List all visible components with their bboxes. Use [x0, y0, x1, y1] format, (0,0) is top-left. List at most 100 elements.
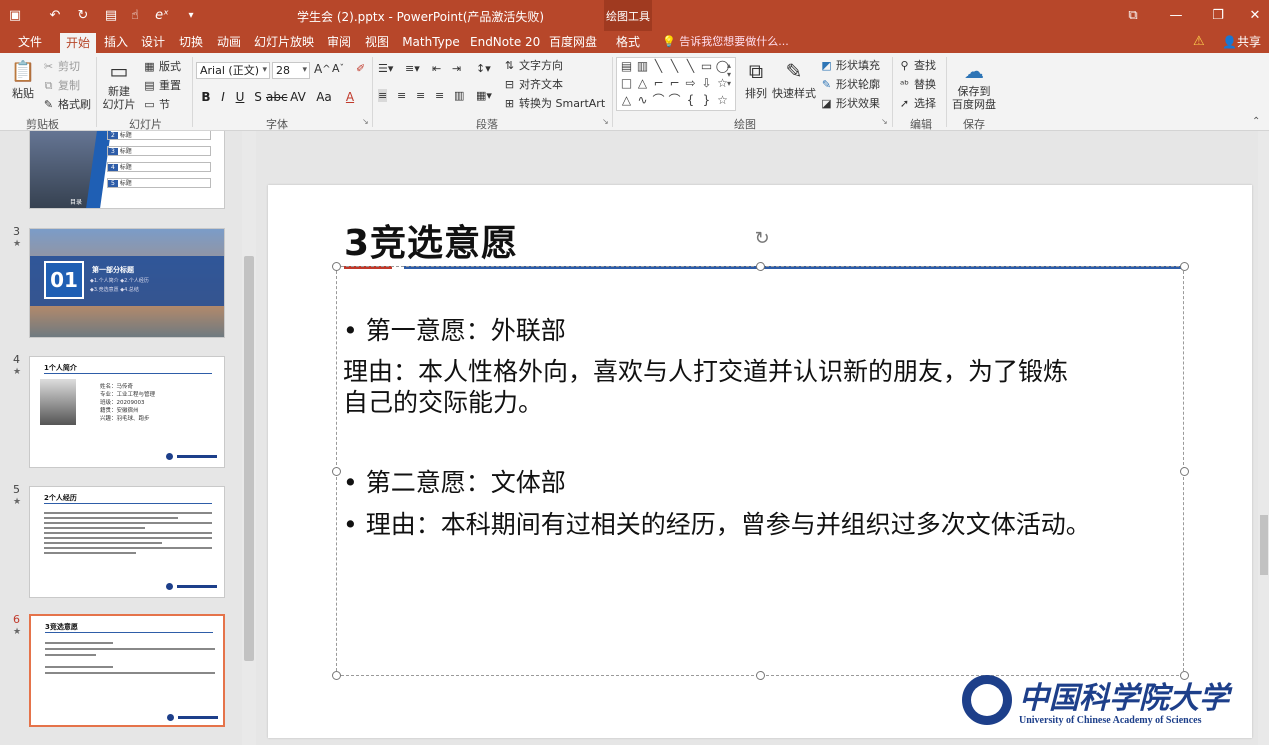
clear-formatting-icon[interactable]: ✐ [356, 62, 365, 75]
tell-me-search[interactable]: 💡 告诉我您想要做什么... [662, 31, 789, 53]
share-button[interactable]: 👤共享 [1222, 31, 1261, 53]
font-size-select[interactable]: 28 [272, 62, 310, 79]
editor-scrollbar-thumb[interactable] [1260, 515, 1268, 575]
copy-button[interactable]: ⧉ 复制 [42, 77, 80, 93]
slide-thumbnail-3[interactable]: 01 第一部分标题 ◆1.个人简介 ◆2.个人经历 ◆3.竞选意愿 ◆4.总结 [29, 228, 225, 338]
triangle-shape-icon[interactable]: △ [635, 76, 650, 91]
tab-baidu[interactable]: 百度网盘 [547, 31, 599, 53]
font-name-select[interactable]: Arial (正文) [196, 62, 270, 79]
quick-styles-button[interactable]: ✎ 快速样式 [772, 57, 816, 101]
text-shadow-icon[interactable]: S [250, 88, 266, 106]
freeform-shape-icon[interactable]: △ [619, 93, 634, 108]
new-slide-button[interactable]: ▭ 新建 幻灯片 [100, 57, 138, 111]
character-spacing-icon[interactable]: AV [289, 88, 307, 106]
connector-shape-icon[interactable]: ⌐ [667, 76, 682, 91]
bullet-first-choice[interactable]: • 第一意愿：外联部 [343, 311, 566, 347]
thumbnail-scrollbar-thumb[interactable] [244, 256, 254, 661]
resize-handle[interactable] [332, 671, 341, 680]
curve-shape-icon[interactable]: ∿ [635, 93, 650, 108]
select-button[interactable]: ➚ 选择 [898, 95, 936, 111]
columns-icon[interactable]: ▦▾ [476, 89, 492, 102]
bold-icon[interactable]: B [198, 88, 214, 106]
paste-button[interactable]: 📋 粘贴 [8, 57, 38, 101]
underline-icon[interactable]: U [232, 88, 248, 106]
undo-icon[interactable]: ↶ [44, 6, 66, 24]
line-shape-icon[interactable]: ╲ [683, 59, 698, 74]
ribbon-display-options-icon[interactable]: ⧉ [1110, 0, 1156, 31]
tab-design[interactable]: 设计 [137, 31, 169, 53]
align-left-icon[interactable]: ≡ [378, 89, 388, 102]
tab-insert[interactable]: 插入 [100, 31, 132, 53]
paragraph-dialog-launcher-icon[interactable]: ↘ [602, 117, 609, 126]
left-brace-shape-icon[interactable]: { [683, 93, 698, 108]
tab-view[interactable]: 视图 [361, 31, 393, 53]
shape-fill-button[interactable]: ◩ 形状填充 [820, 57, 880, 73]
increase-indent-icon[interactable]: ⇥ [452, 62, 461, 75]
gallery-scroll-icon[interactable]: ▴ ▾ ▾ [727, 61, 731, 88]
format-painter-button[interactable]: ✎ 格式刷 [42, 96, 91, 112]
slide-thumbnail-2[interactable]: 目录 2 标题 3 标题 4 标题 5 标题 [29, 131, 225, 209]
collapse-ribbon-icon[interactable]: ⌃ [1252, 116, 1260, 127]
textbox-shape-icon[interactable]: ▤ [619, 59, 634, 74]
presenter-icon[interactable]: ▤ [100, 6, 122, 24]
line-shape-icon[interactable]: ╲ [667, 59, 682, 74]
bullet-second-choice[interactable]: • 第二意愿：文体部 [343, 463, 566, 499]
tab-review[interactable]: 审阅 [323, 31, 355, 53]
rectangle-shape-icon[interactable]: □ [619, 76, 634, 91]
tab-file[interactable]: 文件 [10, 31, 50, 53]
customize-toolbar-icon[interactable]: ▾ [184, 6, 198, 24]
smartart-button[interactable]: ⊞ 转换为 SmartArt [503, 95, 605, 111]
resize-handle[interactable] [332, 262, 341, 271]
font-color-icon[interactable]: A [342, 88, 358, 106]
touch-mode-icon[interactable]: ☝ [124, 6, 146, 24]
resize-handle[interactable] [756, 671, 765, 680]
shape-effects-button[interactable]: ◪ 形状效果 [820, 95, 880, 111]
resize-handle[interactable] [1180, 467, 1189, 476]
distributed-icon[interactable]: ▥ [454, 89, 464, 102]
justify-icon[interactable]: ≡ [435, 89, 444, 102]
arrange-button[interactable]: ⧉ 排列 [740, 57, 772, 101]
resize-handle[interactable] [332, 467, 341, 476]
tab-transitions[interactable]: 切换 [175, 31, 207, 53]
arc-shape-icon[interactable]: ⌒ [651, 93, 666, 108]
arc-shape-icon[interactable]: ⌒ [667, 93, 682, 108]
font-dialog-launcher-icon[interactable]: ↘ [362, 117, 369, 126]
slide-thumbnail-5[interactable]: 2个人经历 [29, 486, 225, 598]
warning-icon[interactable]: ⚠ [1193, 34, 1205, 49]
star-shape-icon[interactable]: ☆ [715, 93, 730, 108]
tab-animations[interactable]: 动画 [213, 31, 245, 53]
align-right-icon[interactable]: ≡ [416, 89, 425, 102]
shape-outline-button[interactable]: ✎ 形状轮廓 [820, 76, 880, 92]
resize-handle[interactable] [1180, 262, 1189, 271]
rotate-handle-icon[interactable]: ↻ [751, 228, 773, 250]
numbering-icon[interactable]: ≡▾ [405, 62, 420, 75]
arrow-right-shape-icon[interactable]: ⇨ [683, 76, 698, 91]
slide-thumbnail-4[interactable]: 1个人简介 姓名：马传奇 专业：工业工程与管理 班级：20209003 籍贯：安… [29, 356, 225, 468]
tab-slideshow[interactable]: 幻灯片放映 [253, 31, 315, 53]
slide-thumbnail-6[interactable]: 3竞选意愿 [29, 614, 225, 727]
italic-icon[interactable]: I [215, 88, 231, 106]
tab-endnote[interactable]: EndNote 20 [470, 31, 540, 53]
reason-first-choice-line2[interactable]: 自己的交际能力。 [343, 383, 543, 419]
shapes-gallery[interactable]: ▤ ▥ ╲ ╲ ╲ ▭ ◯ □ △ ⌐ ⌐ ⇨ ⇩ ☆ △ ∿ ⌒ ⌒ { } … [616, 57, 736, 111]
section-button[interactable]: ▭ 节 [143, 96, 170, 112]
rectangle-shape-icon[interactable]: ▭ [699, 59, 714, 74]
right-brace-shape-icon[interactable]: } [699, 93, 714, 108]
content-textbox[interactable]: • 第一意愿：外联部 理由：本人性格外向，喜欢与人打交道并认识新的朋友，为了锻炼… [336, 266, 1184, 676]
arrow-down-shape-icon[interactable]: ⇩ [699, 76, 714, 91]
slide-thumbnail-panel[interactable]: 目录 2 标题 3 标题 4 标题 5 标题 3 ★ 01 第一部分标题 ◆1.… [0, 131, 258, 745]
decrease-font-icon[interactable]: Aˇ [332, 62, 344, 75]
reason-second-choice[interactable]: • 理由：本科期间有过相关的经历，曾参与并组织过多次文体活动。 [343, 505, 1091, 541]
reset-button[interactable]: ▤ 重置 [143, 77, 181, 93]
bullets-icon[interactable]: ☰▾ [378, 62, 393, 75]
save-icon[interactable]: ▣ [6, 6, 24, 24]
decrease-indent-icon[interactable]: ⇤ [432, 62, 441, 75]
cut-button[interactable]: ✂ 剪切 [42, 58, 80, 74]
increase-font-icon[interactable]: A ^ [314, 62, 331, 76]
drawing-dialog-launcher-icon[interactable]: ↘ [881, 117, 888, 126]
connector-shape-icon[interactable]: ⌐ [651, 76, 666, 91]
layout-button[interactable]: ▦ 版式 [143, 58, 181, 74]
minimize-icon[interactable]: — [1153, 0, 1199, 31]
slide-title[interactable]: 3竞选意愿 [344, 214, 518, 266]
replace-button[interactable]: ᵃᵇ 替换 [898, 76, 936, 92]
